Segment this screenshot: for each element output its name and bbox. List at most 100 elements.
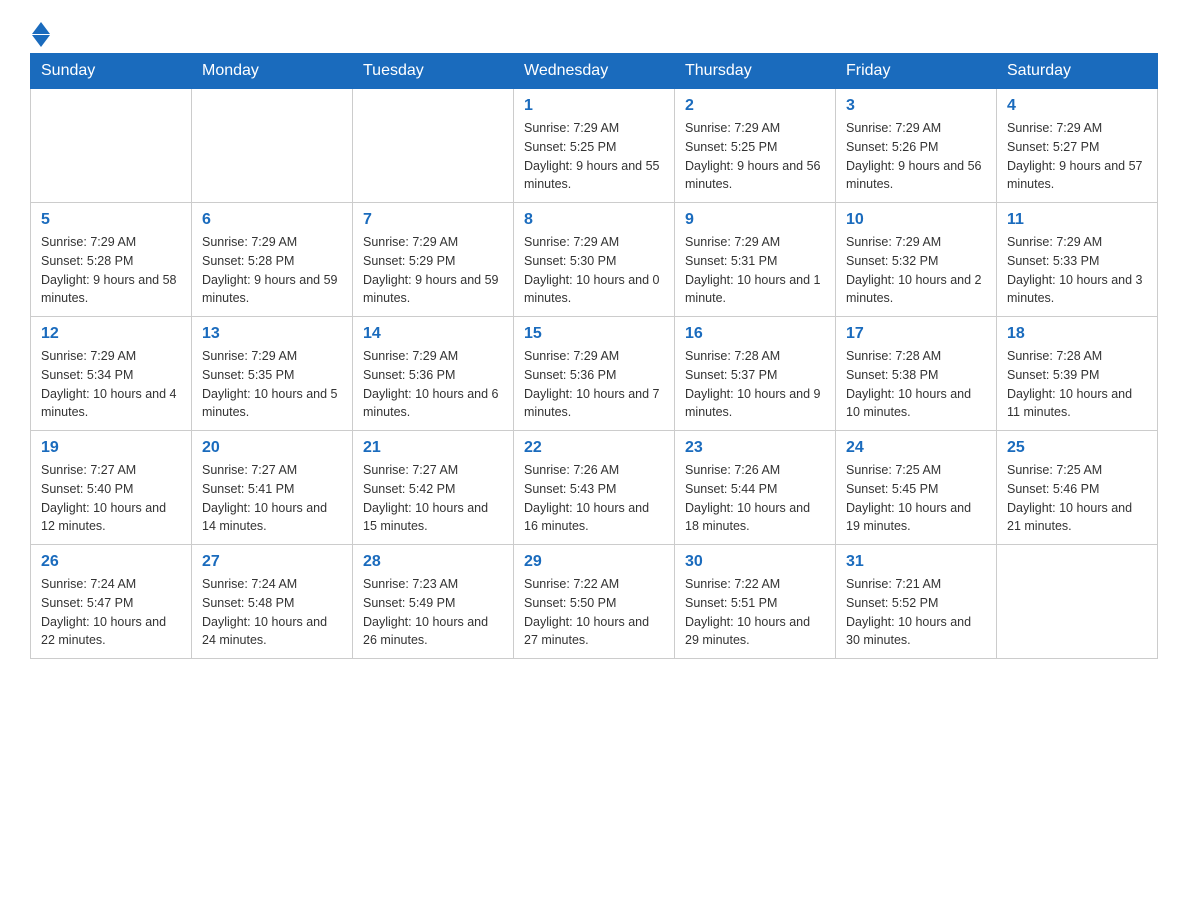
day-number: 31 [846, 553, 986, 571]
day-info: Sunrise: 7:29 AM Sunset: 5:34 PM Dayligh… [41, 347, 181, 422]
day-info: Sunrise: 7:29 AM Sunset: 5:33 PM Dayligh… [1007, 233, 1147, 308]
calendar-cell: 9 Sunrise: 7:29 AM Sunset: 5:31 PM Daylig… [675, 203, 836, 317]
calendar-cell: 30 Sunrise: 7:22 AM Sunset: 5:51 PM Dayli… [675, 545, 836, 659]
page-header [30, 20, 1158, 43]
calendar-cell: 19Sunrise: 7:27 AM Sunset: 5:40 PM Dayli… [31, 431, 192, 545]
day-number: 19 [41, 439, 181, 457]
day-number: 29 [524, 553, 664, 571]
day-info: Sunrise: 7:29 AM Sunset: 5:29 PM Dayligh… [363, 233, 503, 308]
day-info: Sunrise: 7:29 AM Sunset: 5:31 PM Dayligh… [685, 233, 825, 308]
calendar-cell [353, 89, 514, 203]
calendar-cell: 28 Sunrise: 7:23 AM Sunset: 5:49 PM Dayli… [353, 545, 514, 659]
calendar-cell: 27 Sunrise: 7:24 AM Sunset: 5:48 PM Dayli… [192, 545, 353, 659]
day-info: Sunrise: 7:28 AM Sunset: 5:37 PM Dayligh… [685, 347, 825, 422]
day-number: 30 [685, 553, 825, 571]
calendar-cell: 4 Sunrise: 7:29 AM Sunset: 5:27 PM Daylig… [997, 89, 1158, 203]
calendar-cell: 21 Sunrise: 7:27 AM Sunset: 5:42 PM Dayli… [353, 431, 514, 545]
logo [30, 20, 50, 43]
day-number: 16 [685, 325, 825, 343]
calendar-cell [31, 89, 192, 203]
day-of-week-header: Tuesday [353, 54, 514, 89]
calendar-week-row: 1Sunrise: 7:29 AM Sunset: 5:25 PM Daylig… [31, 89, 1158, 203]
day-info: Sunrise: 7:29 AM Sunset: 5:28 PM Dayligh… [41, 233, 181, 308]
day-number: 21 [363, 439, 503, 457]
day-number: 20 [202, 439, 342, 457]
calendar-cell: 16 Sunrise: 7:28 AM Sunset: 5:37 PM Dayli… [675, 317, 836, 431]
calendar-cell: 25 Sunrise: 7:25 AM Sunset: 5:46 PM Dayli… [997, 431, 1158, 545]
calendar-cell: 18 Sunrise: 7:28 AM Sunset: 5:39 PM Dayli… [997, 317, 1158, 431]
calendar-table: SundayMondayTuesdayWednesdayThursdayFrid… [30, 53, 1158, 659]
logo-triangle-down [32, 35, 50, 47]
day-info: Sunrise: 7:29 AM Sunset: 5:35 PM Dayligh… [202, 347, 342, 422]
calendar-cell: 26 Sunrise: 7:24 AM Sunset: 5:47 PM Dayli… [31, 545, 192, 659]
day-number: 15 [524, 325, 664, 343]
day-of-week-header: Sunday [31, 54, 192, 89]
day-info: Sunrise: 7:29 AM Sunset: 5:36 PM Dayligh… [363, 347, 503, 422]
calendar-week-row: 19Sunrise: 7:27 AM Sunset: 5:40 PM Dayli… [31, 431, 1158, 545]
day-info: Sunrise: 7:29 AM Sunset: 5:25 PM Dayligh… [685, 119, 825, 194]
day-info: Sunrise: 7:29 AM Sunset: 5:25 PM Dayligh… [524, 119, 664, 194]
calendar-cell: 23 Sunrise: 7:26 AM Sunset: 5:44 PM Dayli… [675, 431, 836, 545]
calendar-week-row: 26 Sunrise: 7:24 AM Sunset: 5:47 PM Dayli… [31, 545, 1158, 659]
day-info: Sunrise: 7:29 AM Sunset: 5:28 PM Dayligh… [202, 233, 342, 308]
logo-triangle-up [32, 22, 50, 34]
calendar-cell: 7 Sunrise: 7:29 AM Sunset: 5:29 PM Daylig… [353, 203, 514, 317]
calendar-cell: 8Sunrise: 7:29 AM Sunset: 5:30 PM Daylig… [514, 203, 675, 317]
day-info: Sunrise: 7:29 AM Sunset: 5:32 PM Dayligh… [846, 233, 986, 308]
day-info: Sunrise: 7:29 AM Sunset: 5:27 PM Dayligh… [1007, 119, 1147, 194]
calendar-cell: 11 Sunrise: 7:29 AM Sunset: 5:33 PM Dayli… [997, 203, 1158, 317]
day-number: 6 [202, 211, 342, 229]
day-info: Sunrise: 7:23 AM Sunset: 5:49 PM Dayligh… [363, 575, 503, 650]
day-info: Sunrise: 7:22 AM Sunset: 5:51 PM Dayligh… [685, 575, 825, 650]
calendar-cell: 6 Sunrise: 7:29 AM Sunset: 5:28 PM Daylig… [192, 203, 353, 317]
day-info: Sunrise: 7:26 AM Sunset: 5:44 PM Dayligh… [685, 461, 825, 536]
calendar-cell: 17 Sunrise: 7:28 AM Sunset: 5:38 PM Dayli… [836, 317, 997, 431]
calendar-cell: 31 Sunrise: 7:21 AM Sunset: 5:52 PM Dayli… [836, 545, 997, 659]
day-number: 4 [1007, 97, 1147, 115]
calendar-cell [192, 89, 353, 203]
day-number: 24 [846, 439, 986, 457]
day-number: 28 [363, 553, 503, 571]
day-number: 23 [685, 439, 825, 457]
day-of-week-header: Monday [192, 54, 353, 89]
calendar-cell: 29 Sunrise: 7:22 AM Sunset: 5:50 PM Dayli… [514, 545, 675, 659]
day-info: Sunrise: 7:22 AM Sunset: 5:50 PM Dayligh… [524, 575, 664, 650]
calendar-cell: 20Sunrise: 7:27 AM Sunset: 5:41 PM Dayli… [192, 431, 353, 545]
day-number: 27 [202, 553, 342, 571]
calendar-cell: 24 Sunrise: 7:25 AM Sunset: 5:45 PM Dayli… [836, 431, 997, 545]
day-info: Sunrise: 7:21 AM Sunset: 5:52 PM Dayligh… [846, 575, 986, 650]
day-number: 12 [41, 325, 181, 343]
day-number: 11 [1007, 211, 1147, 229]
day-info: Sunrise: 7:27 AM Sunset: 5:42 PM Dayligh… [363, 461, 503, 536]
day-number: 8 [524, 211, 664, 229]
day-info: Sunrise: 7:24 AM Sunset: 5:47 PM Dayligh… [41, 575, 181, 650]
day-number: 26 [41, 553, 181, 571]
day-number: 3 [846, 97, 986, 115]
calendar-week-row: 5Sunrise: 7:29 AM Sunset: 5:28 PM Daylig… [31, 203, 1158, 317]
calendar-cell: 13 Sunrise: 7:29 AM Sunset: 5:35 PM Dayli… [192, 317, 353, 431]
day-info: Sunrise: 7:29 AM Sunset: 5:26 PM Dayligh… [846, 119, 986, 194]
calendar-cell: 1Sunrise: 7:29 AM Sunset: 5:25 PM Daylig… [514, 89, 675, 203]
day-number: 9 [685, 211, 825, 229]
day-number: 10 [846, 211, 986, 229]
day-number: 22 [524, 439, 664, 457]
day-info: Sunrise: 7:28 AM Sunset: 5:38 PM Dayligh… [846, 347, 986, 422]
day-of-week-header: Saturday [997, 54, 1158, 89]
calendar-cell: 14Sunrise: 7:29 AM Sunset: 5:36 PM Dayli… [353, 317, 514, 431]
calendar-cell: 2Sunrise: 7:29 AM Sunset: 5:25 PM Daylig… [675, 89, 836, 203]
calendar-cell: 12 Sunrise: 7:29 AM Sunset: 5:34 PM Dayli… [31, 317, 192, 431]
day-info: Sunrise: 7:28 AM Sunset: 5:39 PM Dayligh… [1007, 347, 1147, 422]
day-info: Sunrise: 7:29 AM Sunset: 5:36 PM Dayligh… [524, 347, 664, 422]
day-info: Sunrise: 7:25 AM Sunset: 5:45 PM Dayligh… [846, 461, 986, 536]
calendar-header-row: SundayMondayTuesdayWednesdayThursdayFrid… [31, 54, 1158, 89]
day-of-week-header: Thursday [675, 54, 836, 89]
day-info: Sunrise: 7:25 AM Sunset: 5:46 PM Dayligh… [1007, 461, 1147, 536]
calendar-cell: 5Sunrise: 7:29 AM Sunset: 5:28 PM Daylig… [31, 203, 192, 317]
day-number: 17 [846, 325, 986, 343]
day-number: 18 [1007, 325, 1147, 343]
day-info: Sunrise: 7:24 AM Sunset: 5:48 PM Dayligh… [202, 575, 342, 650]
day-number: 25 [1007, 439, 1147, 457]
day-number: 13 [202, 325, 342, 343]
day-number: 7 [363, 211, 503, 229]
day-of-week-header: Friday [836, 54, 997, 89]
